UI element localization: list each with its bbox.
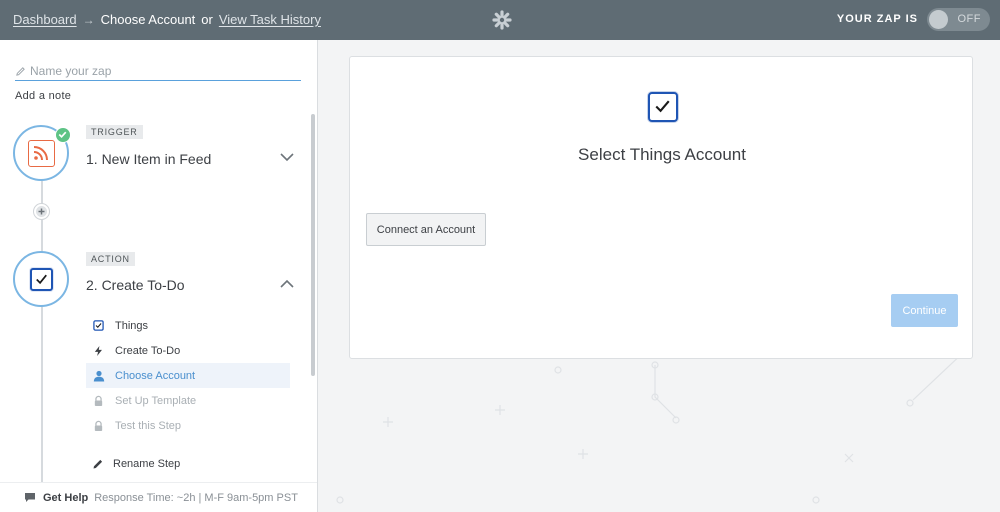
pencil-icon	[16, 66, 25, 76]
bolt-icon	[92, 344, 105, 357]
lock-icon	[92, 419, 105, 432]
things-app-icon	[30, 268, 53, 291]
sidebar-scrollbar[interactable]	[311, 114, 315, 376]
add-step-plus-icon[interactable]	[34, 204, 49, 219]
breadcrumb-current: Choose Account	[100, 12, 196, 27]
substep-label: Set Up Template	[115, 394, 197, 407]
steps-connector-line	[41, 180, 43, 512]
substep-label: Create To-Do	[115, 344, 181, 357]
zapier-logo-icon[interactable]	[492, 10, 512, 30]
trigger-tag: TRIGGER	[86, 125, 143, 139]
step-1-title[interactable]: 1. New Item in Feed	[86, 151, 211, 167]
main-content: Select Things Account Connect an Account…	[318, 40, 1000, 512]
substep-set-up-template: Set Up Template	[86, 388, 290, 413]
breadcrumb-dashboard-link[interactable]: Dashboard	[13, 12, 77, 27]
substep-label: Test this Step	[115, 419, 182, 432]
help-footer: Get Help Response Time: ~2h | M-F 9am-5p…	[0, 482, 317, 512]
connect-account-button[interactable]: Connect an Account	[366, 213, 486, 246]
choose-account-card: Select Things Account Connect an Account…	[349, 56, 973, 359]
rename-step-link[interactable]: Rename Step	[92, 458, 180, 470]
substep-things[interactable]: Things	[86, 313, 290, 338]
zap-on-off-toggle[interactable]: OFF	[927, 8, 990, 31]
rss-icon	[28, 140, 55, 167]
top-header: Dashboard → Choose Account or View Task …	[0, 0, 1000, 40]
breadcrumb: Dashboard → Choose Account or View Task …	[13, 12, 321, 27]
zap-name-input[interactable]	[30, 64, 280, 78]
continue-button[interactable]: Continue	[891, 294, 958, 327]
editor-sidebar: Add a note TRIGGER 1. New Item in Feed	[0, 40, 318, 512]
toggle-label: OFF	[957, 13, 981, 25]
get-help-link[interactable]: Get Help	[43, 492, 88, 504]
card-title: Select Things Account	[578, 145, 746, 164]
things-icon	[92, 319, 105, 332]
zap-name-field[interactable]	[15, 62, 301, 81]
rename-step-label: Rename Step	[113, 458, 181, 470]
substep-create-todo[interactable]: Create To-Do	[86, 338, 290, 363]
step-2-title[interactable]: 2. Create To-Do	[86, 277, 185, 293]
breadcrumb-arrow-icon: →	[82, 12, 95, 27]
zap-state-label: YOUR ZAP IS	[836, 13, 918, 25]
chevron-down-icon[interactable]	[280, 152, 294, 162]
response-time-text: Response Time: ~2h | M-F 9am-5pm PST	[94, 491, 298, 504]
step-complete-check-icon	[55, 127, 71, 143]
breadcrumb-or-text: or	[201, 12, 213, 27]
substep-choose-account[interactable]: Choose Account	[86, 363, 290, 388]
substep-test-this-step: Test this Step	[86, 413, 290, 438]
toggle-knob	[929, 10, 948, 29]
action-tag: ACTION	[86, 252, 135, 266]
substep-label: Things	[115, 319, 149, 332]
things-app-icon	[648, 92, 678, 122]
substep-list: Things Create To-Do Choose Account Set U…	[86, 313, 290, 438]
user-icon	[92, 369, 105, 382]
lock-icon	[92, 394, 105, 407]
step-2-icon-circle[interactable]	[13, 251, 69, 307]
add-note-link[interactable]: Add a note	[15, 90, 71, 102]
substep-label: Choose Account	[115, 369, 196, 382]
chevron-up-icon[interactable]	[280, 279, 294, 289]
chat-bubble-icon	[25, 493, 35, 502]
view-task-history-link[interactable]: View Task History	[219, 12, 321, 27]
pencil-icon	[93, 459, 103, 469]
